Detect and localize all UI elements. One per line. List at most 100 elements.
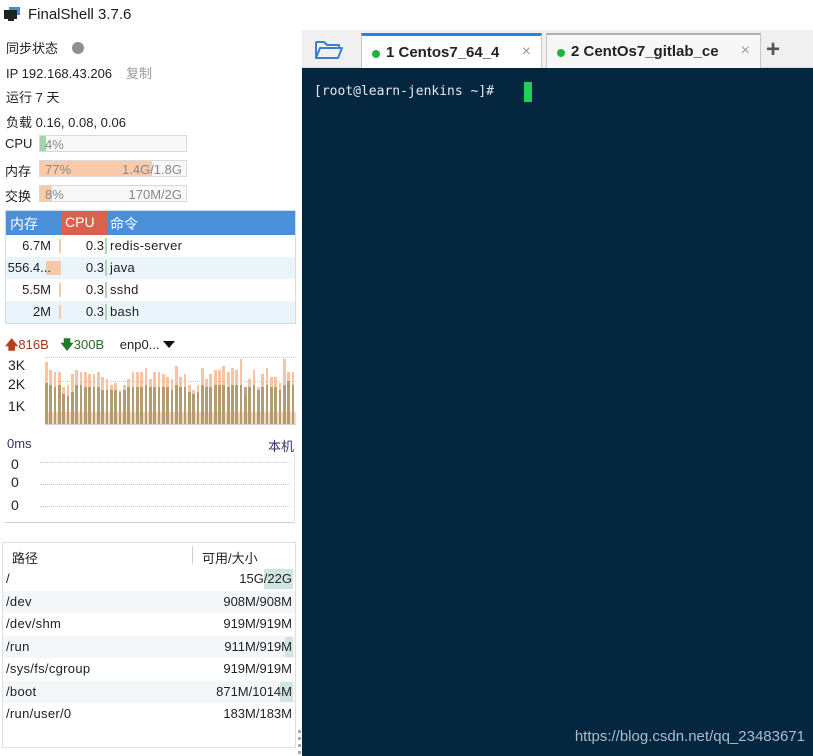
download-bar [71, 391, 74, 424]
process-row[interactable]: 6.7M 0.3 redis-server [6, 235, 295, 257]
cpu-meter-bar: 4% [39, 135, 187, 152]
add-tab-button[interactable]: + [766, 36, 780, 64]
connected-status-icon [557, 49, 565, 57]
network-interface-select[interactable]: enp0... [120, 337, 175, 352]
column-header-path[interactable]: 路径 [12, 548, 38, 567]
disk-size: 15G/22G [239, 571, 292, 586]
download-bar [114, 389, 117, 424]
ip-address: IP 192.168.43.206 [6, 66, 113, 81]
download-bar [161, 387, 165, 424]
process-memory: 556.4... [7, 260, 51, 275]
download-bar [278, 389, 282, 424]
disk-row[interactable]: /run/user/0 183M/183M [3, 703, 295, 725]
disk-path: / [6, 571, 10, 586]
process-memory-bar [59, 239, 61, 253]
session-tab-1[interactable]: 1 Centos7_64_4 × [361, 33, 542, 68]
cpu-meter-label: CPU [5, 136, 33, 151]
disk-row[interactable]: /run 911M/919M [3, 635, 295, 658]
y-tick-label: 1K [8, 398, 26, 414]
process-command: java [110, 260, 136, 275]
sync-status: 同步状态 [6, 38, 85, 57]
download-bar [291, 385, 295, 424]
ping-value: 0 [11, 497, 19, 513]
uptime: 运行 7 天 [6, 90, 60, 105]
memory-meter-label: 内存 [5, 164, 32, 179]
download-bar [96, 387, 100, 424]
disk-row[interactable]: / 15G/22G [3, 568, 295, 590]
y-tick-label: 2K [8, 376, 26, 392]
close-icon[interactable]: × [741, 42, 750, 60]
download-bar [153, 387, 156, 424]
disk-path: /sys/fs/cgroup [6, 661, 91, 676]
column-header-size[interactable]: 可用/大小 [202, 548, 258, 567]
splitter-handle[interactable] [298, 730, 301, 756]
session-tab-2[interactable]: 2 CentOs7_gitlab_ce × [546, 33, 761, 68]
disk-row[interactable]: /boot 871M/1014M [3, 680, 295, 703]
download-bar [45, 383, 48, 424]
upload-rate: 816B [18, 337, 49, 352]
arrow-up-icon: 🡅 [5, 337, 19, 352]
finalshell-window: FinalShell 3.7.6 同步状态 IP 192.168.43.206 复… [0, 0, 813, 756]
process-memory-bar [59, 283, 61, 297]
terminal[interactable]: [root@learn-jenkins ~]# https://blog.csd… [302, 68, 813, 756]
swap-meter-label: 交换 [5, 189, 32, 204]
disk-size: 911M/919M [224, 638, 292, 654]
folder-icon[interactable] [314, 39, 344, 61]
download-bar [274, 387, 278, 424]
download-bar [248, 387, 252, 424]
process-memory: 5.5M [22, 282, 51, 297]
download-bar [196, 391, 200, 424]
download-bar [235, 385, 239, 424]
process-row[interactable]: 2M 0.3 bash [6, 301, 295, 323]
download-bar [257, 389, 260, 424]
cpu-meter-percent: 4% [45, 137, 64, 152]
download-bar [244, 387, 247, 424]
column-header-command[interactable]: 命令 [110, 214, 138, 234]
download-bar [222, 385, 226, 424]
ip-row: IP 192.168.43.206 复制 [6, 63, 152, 82]
process-row[interactable]: 5.5M 0.3 sshd [6, 279, 295, 301]
column-header-memory[interactable]: 内存 [10, 214, 38, 234]
download-bar [157, 387, 161, 424]
disk-row[interactable]: /dev 908M/908M [3, 590, 295, 613]
download-bar [170, 389, 174, 424]
disk-path: /dev/shm [6, 616, 62, 631]
close-icon[interactable]: × [522, 43, 531, 61]
download-bar [174, 385, 178, 424]
caret-down-icon[interactable] [162, 341, 175, 348]
disk-path: /run/user/0 [6, 706, 72, 721]
sync-status-dot-icon [72, 42, 85, 54]
download-bar [92, 387, 96, 424]
process-row[interactable]: 556.4... 0.3 java [6, 257, 295, 279]
download-bar [53, 387, 57, 424]
disk-row[interactable]: /sys/fs/cgroup 919M/919M [3, 658, 295, 680]
download-bar [261, 387, 265, 424]
copy-ip-button[interactable]: 复制 [126, 66, 152, 81]
disk-size: 919M/919M [223, 661, 292, 676]
download-rate: 300B [73, 337, 105, 352]
download-bar [183, 387, 187, 424]
network-plot-area [45, 355, 296, 425]
download-bar [179, 387, 182, 424]
process-cpu: 0.3 [85, 282, 104, 297]
process-memory-bar [59, 305, 61, 319]
swap-meter-bar: 8% 170M/2G [39, 185, 187, 202]
download-bar [105, 389, 109, 424]
download-bar [148, 387, 152, 424]
ping-latency: 0ms [7, 436, 32, 451]
app-logo-icon [4, 7, 20, 21]
process-cpu-bar [105, 238, 107, 254]
download-bar [83, 387, 87, 424]
disk-table-header: 路径 可用/大小 [3, 543, 295, 568]
grid-line [40, 484, 290, 485]
swap-meter: 交换 8% 170M/2G [5, 185, 190, 204]
disk-row[interactable]: /dev/shm 919M/919M [3, 613, 295, 635]
download-bar [192, 393, 195, 424]
disk-path: /dev [6, 593, 32, 609]
app-title: FinalShell 3.7.6 [28, 6, 132, 23]
download-bar [109, 389, 113, 424]
column-header-cpu[interactable]: CPU [61, 211, 107, 235]
column-divider[interactable] [192, 546, 193, 564]
download-bar [209, 387, 213, 424]
memory-meter-percent: 77% [45, 162, 72, 177]
